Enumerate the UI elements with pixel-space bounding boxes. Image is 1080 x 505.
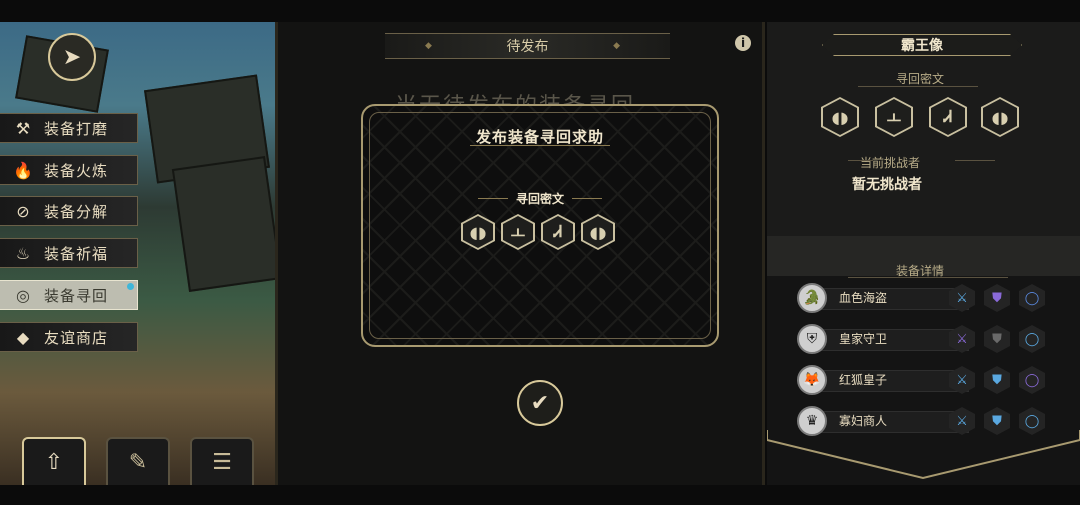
bottom-tab[interactable]: ✎ xyxy=(106,437,170,485)
menu-item[interactable]: ♨ 装备祈福 xyxy=(0,238,138,268)
rune-glyph-text: ㅗ xyxy=(503,216,533,248)
cipher-label: 寻回密文 xyxy=(515,192,564,206)
menu-item[interactable]: ◆ 友谊商店 xyxy=(0,322,138,352)
rune-glyph-text: ◖◗ xyxy=(983,99,1017,135)
rune-glyph-text: Ꮧ xyxy=(931,99,965,135)
rune-glyph-text: ㅗ xyxy=(877,99,911,135)
back-button[interactable]: ➤ xyxy=(48,33,96,81)
ring-icon[interactable]: ◯ xyxy=(1019,284,1045,312)
pending-header-label: 待发布 xyxy=(506,39,549,55)
fox-shop-icon: ◆ xyxy=(16,327,30,347)
bottom-tab[interactable]: ⇧ xyxy=(22,437,86,485)
equipment-divider xyxy=(848,277,1008,278)
challenger-divider-right xyxy=(955,160,995,161)
menu-item-label: 装备分解 xyxy=(44,202,109,221)
menu-item[interactable]: ⊘ 装备分解 xyxy=(0,196,138,226)
character-name: 皇家守卫 xyxy=(839,332,888,346)
challenger-divider-left xyxy=(848,160,873,161)
armor-icon[interactable]: ⛊ xyxy=(984,325,1010,353)
diamond-icon: ◆ xyxy=(425,41,432,51)
ring-icon[interactable]: ◯ xyxy=(1019,325,1045,353)
menu-item-label: 友谊商店 xyxy=(44,328,109,347)
statue-title: 霸王像 xyxy=(822,34,1022,56)
menu-item-label: 装备寻回 xyxy=(44,286,109,305)
flame-icon: 🔥 xyxy=(13,160,33,180)
bless-icon: ♨ xyxy=(15,243,31,263)
character-name: 血色海盗 xyxy=(839,291,888,305)
disassemble-icon: ⊘ xyxy=(16,201,30,221)
rune-glyph-text: ◖◗ xyxy=(823,99,857,135)
cipher-divider xyxy=(858,86,978,87)
challenger-value: 暂无挑战者 xyxy=(852,177,922,193)
menu-item-label: 装备打磨 xyxy=(44,119,109,138)
menu-item[interactable]: ⚒ 装备打磨 xyxy=(0,113,138,143)
character-row[interactable]: 🦊 红狐皇子 ⚔ ⛊ ◯ xyxy=(797,365,1045,398)
armor-icon[interactable]: ⛊ xyxy=(984,366,1010,394)
avatar: ⛨ xyxy=(797,324,827,354)
confirm-button[interactable]: ✔ xyxy=(517,380,563,426)
retrieve-icon: ◎ xyxy=(16,285,30,305)
rune-glyph-text: ◖◗ xyxy=(463,216,493,248)
character-row[interactable]: ⛨ 皇家守卫 ⚔ ⛊ ◯ xyxy=(797,324,1045,357)
character-name: 寡妇商人 xyxy=(839,414,888,428)
info-icon[interactable]: i xyxy=(735,35,751,51)
armor-icon[interactable]: ⛊ xyxy=(984,284,1010,312)
title-divider xyxy=(470,145,610,146)
menu-item-label: 装备火炼 xyxy=(44,161,109,180)
avatar: 🦊 xyxy=(797,365,827,395)
hammer-icon: ⚒ xyxy=(15,118,31,138)
rune-glyph-text: Ꮧ xyxy=(543,216,573,248)
character-name: 红狐皇子 xyxy=(839,373,888,387)
notification-dot xyxy=(127,283,134,290)
challenger-label: 当前挑战者 xyxy=(859,156,920,170)
avatar: 🐊 xyxy=(797,283,827,313)
panel-bottom-frame xyxy=(767,430,1080,480)
character-row[interactable]: 🐊 血色海盗 ⚔ ⛊ ◯ xyxy=(797,283,1045,316)
modal-title: 发布装备寻回求助 xyxy=(475,128,604,146)
cipher-section-label: 寻回密文 xyxy=(895,72,944,86)
upload-icon: ⇧ xyxy=(44,449,64,475)
menu-item[interactable]: ◎ 装备寻回 xyxy=(0,280,138,310)
diamond-icon: ◆ xyxy=(613,41,620,51)
rune-glyph-text: ◖◗ xyxy=(583,216,613,248)
list-icon: ☰ xyxy=(212,449,232,475)
feather-icon: ✎ xyxy=(128,449,148,475)
pending-header: ◆ 待发布 ◆ xyxy=(385,33,670,59)
menu-item-label: 装备祈福 xyxy=(44,244,109,263)
menu-item[interactable]: 🔥 装备火炼 xyxy=(0,155,138,185)
checkmark-icon: ✔ xyxy=(530,390,550,416)
bottom-tab[interactable]: ☰ xyxy=(190,437,254,485)
back-arrow-icon: ➤ xyxy=(62,44,82,70)
ring-icon[interactable]: ◯ xyxy=(1019,366,1045,394)
divider-right xyxy=(572,198,602,199)
